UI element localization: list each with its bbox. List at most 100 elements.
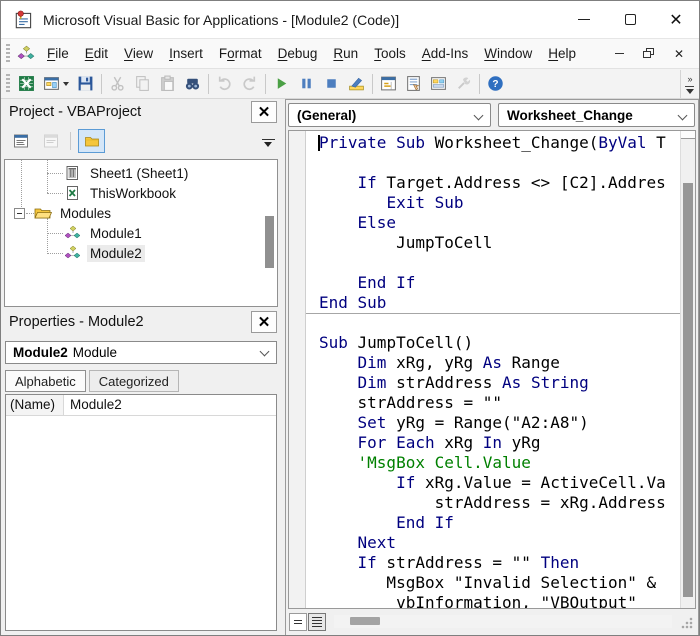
object-selector-dropdown[interactable]: Module2 Module	[5, 341, 277, 364]
break-button[interactable]	[294, 72, 319, 96]
toolbar-grip[interactable]	[6, 74, 10, 94]
insert-userform-icon	[43, 75, 60, 92]
menu-addins[interactable]: Add-Ins	[414, 42, 477, 65]
view-code-button[interactable]	[8, 129, 33, 153]
tree-item-sheet1-sheet1[interactable]: Sheet1 (Sheet1)	[6, 164, 263, 182]
toggle-folders-button[interactable]	[78, 129, 105, 153]
procedure-view-button[interactable]	[289, 613, 307, 631]
property-name: (Name)	[6, 395, 64, 415]
text-caret	[318, 135, 320, 151]
help-button[interactable]: ?	[483, 72, 508, 96]
chevron-down-icon	[678, 111, 688, 121]
code-line: MsgBox "Invalid Selection" &	[306, 573, 680, 593]
code-editor[interactable]: Private Sub Worksheet_Change(ByVal T If …	[306, 131, 680, 608]
find-button[interactable]	[180, 72, 205, 96]
child-close-button[interactable]: ✕	[669, 46, 689, 62]
horizontal-scrollbar-thumb[interactable]	[350, 617, 380, 625]
menu-format[interactable]: Format	[211, 42, 270, 65]
object-dropdown[interactable]: (General)	[288, 103, 491, 127]
properties-window-icon	[405, 75, 422, 92]
code-line: Else	[306, 213, 680, 233]
child-restore-button[interactable]	[639, 46, 659, 62]
property-row[interactable]: (Name)Module2	[6, 395, 276, 416]
menu-tools[interactable]: Tools	[366, 42, 414, 65]
full-module-view-button[interactable]	[308, 613, 326, 631]
view-microsoft-excel-button[interactable]	[14, 72, 39, 96]
menu-view[interactable]: View	[116, 42, 161, 65]
tab-categorized[interactable]: Categorized	[89, 370, 179, 392]
toolbox-button[interactable]	[451, 72, 476, 96]
horizontal-scrollbar[interactable]	[334, 615, 672, 628]
menu-help[interactable]: Help	[540, 42, 584, 65]
selector-object-name: Module2	[13, 345, 68, 360]
tree-item-module2[interactable]: Module2	[6, 244, 263, 262]
split-handle[interactable]	[681, 131, 695, 139]
menu-insert[interactable]: Insert	[161, 42, 211, 65]
maximize-button[interactable]	[607, 1, 653, 38]
properties-panel-close-button[interactable]: ✕	[251, 311, 277, 333]
cut-button[interactable]	[105, 72, 130, 96]
undo-button[interactable]	[212, 72, 237, 96]
module-window-icon[interactable]	[17, 45, 36, 62]
vertical-scrollbar[interactable]	[680, 131, 695, 608]
code-window: (General) Worksheet_Change Private Sub W…	[285, 99, 699, 636]
tree-item-label: Sheet1 (Sheet1)	[87, 165, 191, 182]
full-module-view-icon	[312, 617, 322, 627]
paste-button[interactable]	[155, 72, 180, 96]
minimize-button[interactable]	[561, 1, 607, 38]
project-toolbar-overflow-button[interactable]	[262, 139, 275, 147]
menu-window[interactable]: Window	[476, 42, 540, 65]
code-margin-indicator-bar[interactable]	[289, 131, 306, 608]
app-icon	[13, 9, 35, 31]
tab-alphabetic[interactable]: Alphabetic	[5, 370, 86, 392]
code-lines: Private Sub Worksheet_Change(ByVal T If …	[306, 133, 680, 608]
project-explorer-button[interactable]	[376, 72, 401, 96]
dropdown-arrow-icon[interactable]	[63, 82, 69, 86]
view-object-button[interactable]	[38, 129, 63, 153]
code-window-bottom-bar	[288, 610, 696, 634]
child-minimize-button[interactable]	[609, 46, 629, 62]
menubar-grip[interactable]	[6, 44, 10, 64]
copy-button[interactable]	[130, 72, 155, 96]
view-code-icon	[12, 133, 30, 149]
object-browser-button[interactable]	[426, 72, 451, 96]
project-panel-close-button[interactable]: ✕	[251, 101, 277, 123]
menu-run[interactable]: Run	[325, 42, 366, 65]
design-mode-button[interactable]	[344, 72, 369, 96]
code-line: strAddress = xRg.Address	[306, 493, 680, 513]
insert-userform-button[interactable]	[39, 72, 73, 96]
window-title: Microsoft Visual Basic for Applications …	[43, 12, 399, 28]
code-line: vbInformation, "VBOutput"	[306, 593, 680, 608]
tree-item-thisworkbook[interactable]: ThisWorkbook	[6, 184, 263, 202]
toolbar-separator	[265, 74, 266, 94]
tree-item-modules[interactable]: Modules	[6, 204, 263, 222]
title-bar: Microsoft Visual Basic for Applications …	[1, 1, 699, 39]
properties-window-button[interactable]	[401, 72, 426, 96]
menu-bar: FileEditViewInsertFormatDebugRunToolsAdd…	[1, 39, 699, 69]
child-minimize-icon	[615, 53, 624, 54]
menu-file[interactable]: File	[39, 42, 77, 65]
close-button[interactable]: ✕	[653, 1, 699, 38]
selector-object-type: Module	[73, 345, 117, 360]
vertical-scrollbar-thumb[interactable]	[683, 183, 693, 597]
vba-editor-window: Microsoft Visual Basic for Applications …	[0, 0, 700, 636]
resize-grip[interactable]	[680, 616, 693, 629]
reset-button[interactable]	[319, 72, 344, 96]
save-button[interactable]	[73, 72, 98, 96]
code-line: End If	[306, 513, 680, 533]
toolbar-options-button[interactable]: »	[680, 70, 698, 98]
code-line	[306, 253, 680, 273]
code-line: End If	[306, 273, 680, 293]
run-sub-button[interactable]	[269, 72, 294, 96]
project-explorer-icon	[380, 75, 397, 92]
property-value[interactable]: Module2	[64, 395, 276, 415]
properties-grid: (Name)Module2	[5, 394, 277, 631]
minus-expander-icon[interactable]	[14, 208, 25, 219]
properties-panel: Properties - Module2 ✕ Module2Module Alp…	[1, 309, 281, 636]
procedure-dropdown[interactable]: Worksheet_Change	[498, 103, 695, 127]
menu-edit[interactable]: Edit	[77, 42, 116, 65]
tree-scrollbar-thumb[interactable]	[265, 216, 274, 268]
redo-button[interactable]	[237, 72, 262, 96]
tree-item-module1[interactable]: Module1	[6, 224, 263, 242]
menu-debug[interactable]: Debug	[270, 42, 326, 65]
